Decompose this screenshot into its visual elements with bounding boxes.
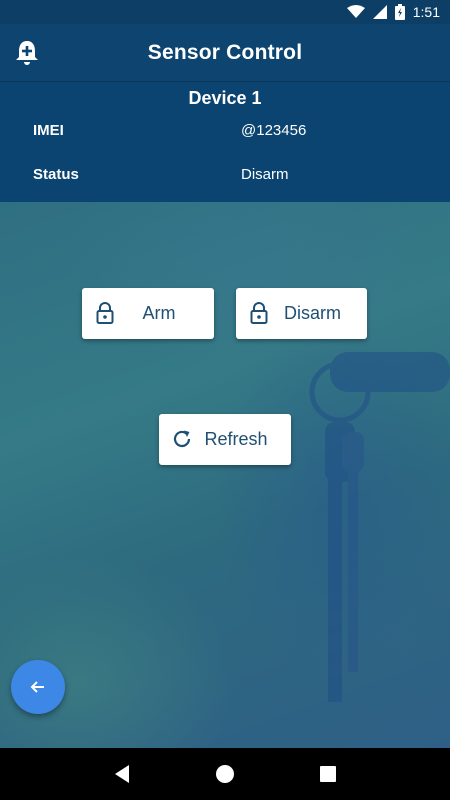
- status-time: 1:51: [412, 4, 440, 20]
- back-fab-button[interactable]: [11, 660, 65, 714]
- back-icon[interactable]: [102, 754, 142, 794]
- disarm-button[interactable]: Disarm: [236, 288, 367, 339]
- recents-icon[interactable]: [308, 754, 348, 794]
- lock-icon: [96, 302, 114, 324]
- system-nav-bar: [0, 748, 450, 800]
- arm-button[interactable]: Arm: [82, 288, 214, 339]
- home-icon[interactable]: [205, 754, 245, 794]
- status-value: Disarm: [241, 166, 289, 183]
- arrow-left-icon: [30, 681, 44, 693]
- wifi-icon: [346, 5, 365, 19]
- bell-plus-icon[interactable]: [12, 38, 42, 68]
- status-label: Status: [33, 166, 79, 183]
- refresh-icon: [173, 430, 191, 448]
- page-title: Sensor Control: [147, 40, 303, 64]
- lock-icon: [250, 302, 268, 324]
- signal-icon: [372, 5, 387, 19]
- imei-label: IMEI: [33, 122, 64, 139]
- refresh-button[interactable]: Refresh: [159, 414, 291, 465]
- device-info-panel: Device 1 IMEI @123456 Status Disarm: [0, 82, 450, 202]
- imei-value: @123456: [241, 122, 307, 139]
- background-image-area: Arm Disarm Refresh: [0, 202, 450, 748]
- battery-charging-icon: [394, 4, 405, 20]
- keys-background-image: [309, 352, 450, 702]
- device-title: Device 1: [188, 88, 262, 108]
- app-bar: Sensor Control: [0, 24, 450, 82]
- status-bar: 1:51: [0, 0, 450, 24]
